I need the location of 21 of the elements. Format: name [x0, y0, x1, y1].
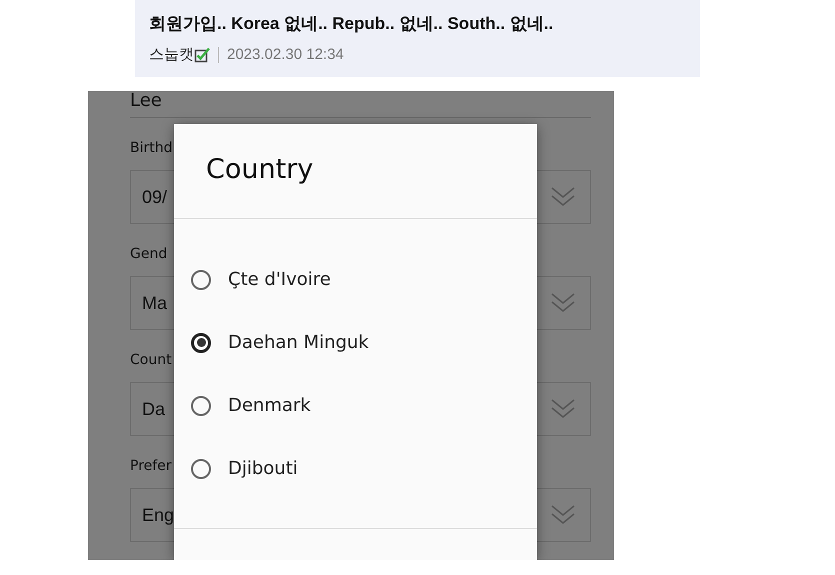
- field-label: Prefer: [130, 458, 172, 474]
- option-label[interactable]: Denmark: [228, 395, 311, 416]
- post-date: 2023.02.30 12:34: [227, 46, 344, 63]
- field-label: Count: [130, 352, 172, 368]
- dialog-title: Country: [206, 154, 314, 185]
- radio-button[interactable]: [191, 458, 211, 478]
- name-field[interactable]: Lee: [130, 91, 591, 118]
- option-label[interactable]: Daehan Minguk: [228, 332, 369, 353]
- field-label: Gend: [130, 246, 168, 262]
- double-chevron-icon: [550, 291, 576, 315]
- double-chevron-icon: [550, 503, 576, 527]
- radio-button[interactable]: [191, 396, 211, 416]
- field-label: Birthd: [130, 140, 172, 156]
- radio-button[interactable]: [191, 270, 211, 290]
- post-title: 회원가입.. Korea 없네.. Repub.. 없네.. South.. 없네..: [149, 13, 554, 35]
- double-chevron-icon: [550, 185, 576, 209]
- option-label[interactable]: Çte d'Ivoire: [228, 269, 331, 290]
- radio-button[interactable]: [191, 332, 211, 352]
- double-chevron-icon: [550, 397, 576, 421]
- author-name[interactable]: 스눕캣: [149, 45, 194, 64]
- option-label[interactable]: Djibouti: [228, 458, 298, 479]
